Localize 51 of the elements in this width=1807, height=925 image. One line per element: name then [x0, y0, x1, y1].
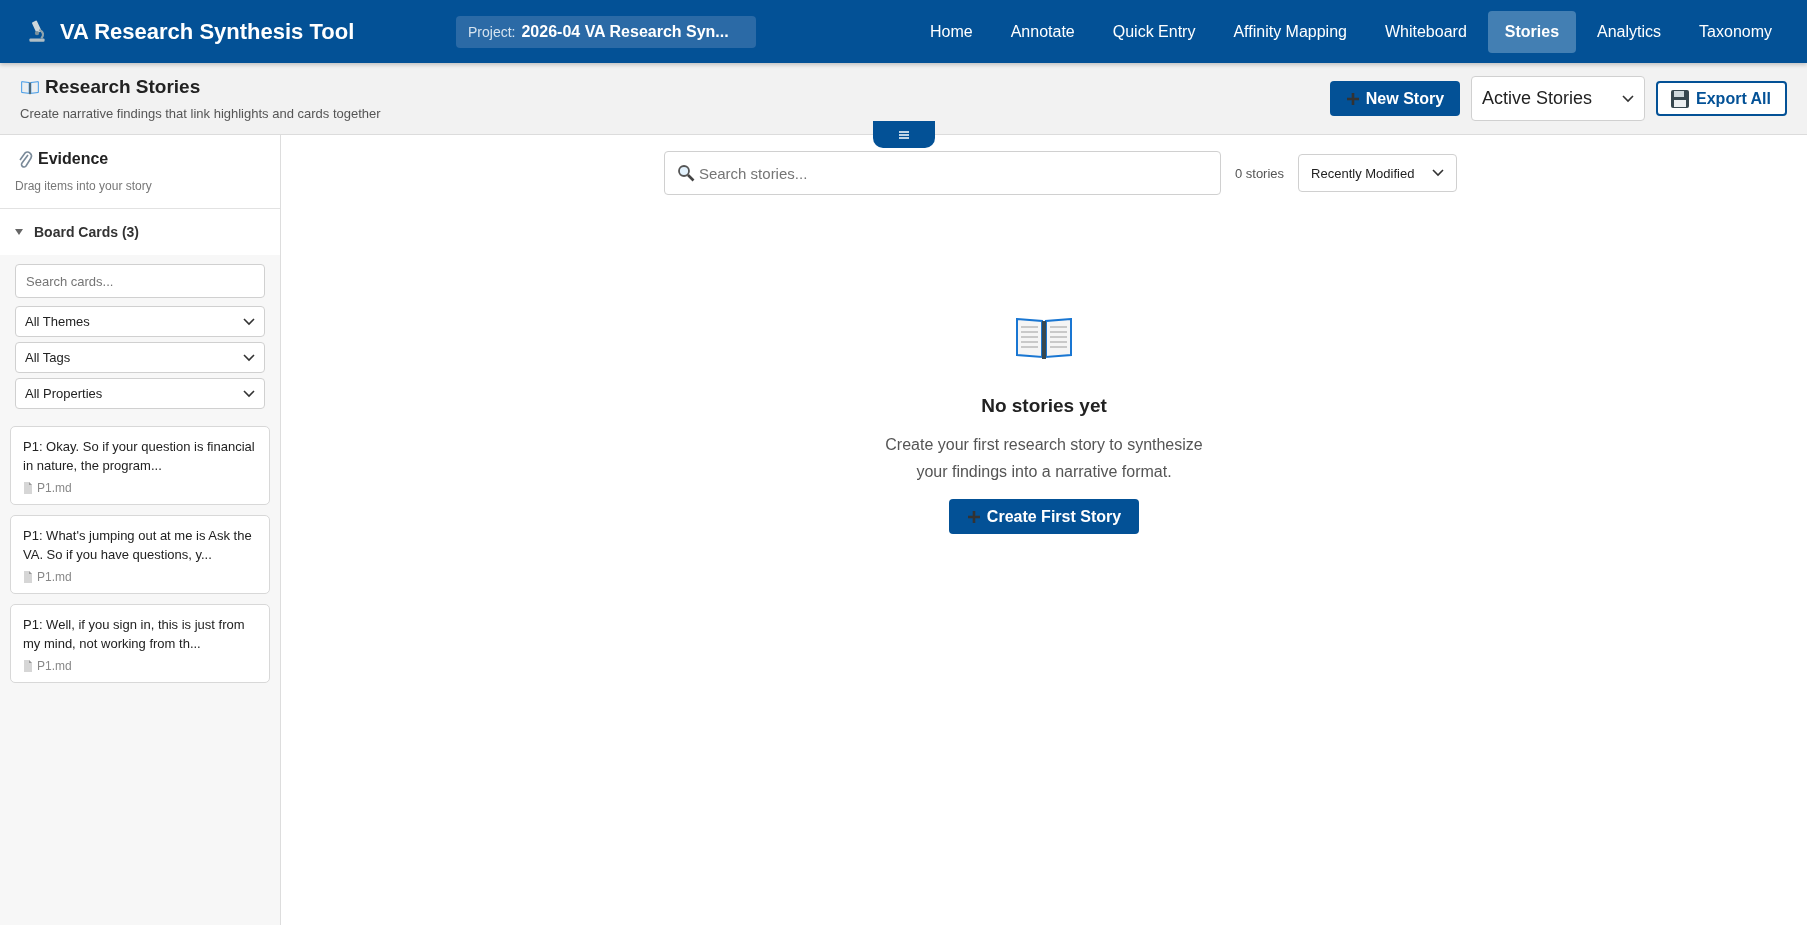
- nav-tab[interactable]: Stories: [1487, 10, 1577, 53]
- chevron-down-icon: [243, 389, 255, 398]
- sidebar-title: Evidence: [38, 150, 109, 168]
- page-subtitle: Create narrative findings that link highlights and cards together: [20, 106, 381, 121]
- card-text: P1: Well, if you sign in, this is just from my mind, not working from th...: [23, 616, 246, 653]
- plus-icon: [966, 509, 981, 524]
- chevron-down-icon: [1622, 94, 1635, 103]
- story-search-field[interactable]: Search stories...: [663, 151, 1221, 195]
- card-source: P1.md: [37, 570, 72, 584]
- page-title: Research Stories: [45, 76, 201, 98]
- book-icon: [20, 78, 40, 96]
- card-text: P1: What's jumping out at me is Ask the VA. So if you have questions, y...: [23, 527, 253, 564]
- sort-dropdown[interactable]: Recently Modified: [1298, 154, 1458, 192]
- filter-dropdown[interactable]: All Properties: [15, 378, 265, 409]
- plus-icon: [1345, 91, 1360, 106]
- card-source: P1.md: [37, 481, 72, 495]
- nav-tab[interactable]: Affinity Mapping: [1216, 10, 1364, 53]
- chevron-down-icon: [1432, 169, 1445, 177]
- story-filter-dropdown[interactable]: Active Stories: [1471, 76, 1646, 121]
- evidence-card[interactable]: P1: Okay. So if your question is financial in nature, the program... P1.md: [10, 426, 270, 505]
- nav-tab[interactable]: Annotate: [993, 10, 1092, 53]
- app-title: VA Research Synthesis Tool: [60, 18, 355, 45]
- create-story-button[interactable]: Create First Story: [948, 499, 1140, 534]
- nav-tab[interactable]: Analytics: [1580, 10, 1679, 53]
- card-search-field[interactable]: Search cards...: [15, 264, 265, 298]
- nav-tab[interactable]: Whiteboard: [1367, 10, 1484, 53]
- nav-tab[interactable]: Taxonomy: [1682, 10, 1789, 53]
- chevron-down-icon: [243, 317, 255, 326]
- nav-tab[interactable]: Quick Entry: [1095, 10, 1213, 53]
- card-text: P1: Okay. So if your question is financial in nature, the program...: [23, 438, 256, 475]
- evidence-card[interactable]: P1: What's jumping out at me is Ask the VA. So if you have questions, y... P1.md: [10, 515, 270, 594]
- evidence-card[interactable]: P1: Well, if you sign in, this is just from my mind, not working from th... P1.md: [10, 604, 270, 683]
- document-icon: [23, 482, 33, 494]
- new-story-button[interactable]: New Story: [1329, 81, 1461, 116]
- empty-state-title: No stories yet: [981, 395, 1107, 417]
- filter-dropdown[interactable]: All Tags: [15, 342, 265, 373]
- empty-state-text: Create your first research story to synthesize your findings into a narrative format.: [884, 435, 1204, 482]
- menu-icon: [898, 129, 910, 140]
- chevron-down-icon: [243, 353, 255, 362]
- panel-toggle-button[interactable]: [873, 121, 935, 148]
- document-icon: [23, 571, 33, 583]
- section-header[interactable]: Board Cards (3): [0, 209, 280, 255]
- project-selector[interactable]: Project: 2026-04 VA Research Syn...: [456, 15, 756, 48]
- sidebar-hint: Drag items into your story: [15, 179, 153, 193]
- nav-tab[interactable]: Home: [913, 10, 990, 53]
- filter-dropdown[interactable]: All Themes: [15, 306, 265, 337]
- card-source: P1.md: [37, 659, 72, 673]
- document-icon: [23, 660, 33, 672]
- export-button[interactable]: Export All: [1656, 81, 1787, 116]
- story-count: 0 stories: [1234, 165, 1285, 181]
- search-icon: [676, 164, 695, 182]
